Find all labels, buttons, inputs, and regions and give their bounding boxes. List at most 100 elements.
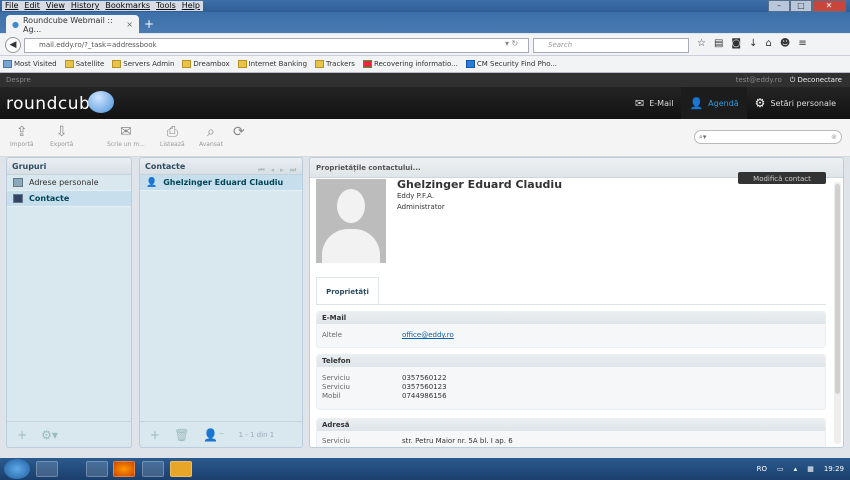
nav-contacts[interactable]: 👤 Agendă: [681, 87, 747, 119]
tab-title: Roundcube Webmail :: Ag...: [22, 15, 113, 34]
clear-search-icon[interactable]: ⊗: [831, 131, 837, 143]
contact-organization: Eddy P.F.A.: [397, 192, 435, 200]
prev-page-icon[interactable]: ◂: [271, 162, 275, 179]
detail-scrollbar[interactable]: [834, 182, 841, 444]
browser-tab[interactable]: ● Roundcube Webmail :: Ag... ×: [6, 15, 139, 34]
address-row: Serviciu str. Petru Maior nr. 5A bl. I a…: [317, 437, 825, 446]
menu-tools[interactable]: Tools: [153, 1, 179, 11]
phone-row: Serviciu 0357560123: [317, 383, 825, 392]
tab-close-icon[interactable]: ×: [126, 20, 133, 29]
bookmark-cm-security[interactable]: CM Security Find Pho...: [465, 60, 557, 68]
bookmark-satellite[interactable]: Satellite: [64, 60, 105, 68]
phone-section-title: Telefon: [317, 355, 825, 367]
addressbook-icon: [13, 194, 23, 203]
bookmark-label: Most Visited: [14, 60, 57, 68]
bookmark-label: Trackers: [326, 60, 355, 68]
scrollbar-thumb[interactable]: [835, 184, 840, 394]
export-button[interactable]: ⇩ Exportă: [50, 123, 73, 148]
bookmark-internet-banking[interactable]: Internet Banking: [237, 60, 307, 68]
menu-file[interactable]: File: [2, 1, 21, 11]
taskbar-explorer-icon[interactable]: [36, 461, 58, 477]
groups-panel: Grupuri Adrese personale Contacte + ⚙▾: [6, 157, 132, 448]
contacts-panel: Contacte ⏮ ◂ ▸ ⏭ 👤 Ghelzinger Eduard Clau…: [139, 157, 303, 448]
hamburger-menu-icon[interactable]: ≡: [798, 38, 806, 49]
menu-bookmarks[interactable]: Bookmarks: [102, 1, 153, 11]
clipboard-icon[interactable]: ▤: [714, 38, 723, 49]
firefox-icon[interactable]: [113, 461, 135, 477]
battery-icon[interactable]: ▭: [777, 465, 784, 473]
url-bar[interactable]: mail.eddy.ro/?_task=addressbook: [24, 38, 529, 53]
bookmark-recovering[interactable]: Recovering informatio...: [362, 60, 458, 68]
download-icon[interactable]: ↓: [749, 38, 757, 49]
maximize-button[interactable]: □: [790, 0, 812, 12]
toolbar-icons: ☆ ▤ ◙ ↓ ⌂ ☻ ≡: [697, 38, 807, 49]
browser-search-input[interactable]: Search: [533, 38, 689, 53]
delete-contact-icon[interactable]: 🗑: [174, 428, 189, 442]
compose-button[interactable]: ✉ Scrie un m...: [107, 123, 145, 148]
contact-name-heading: Ghelzinger Eduard Claudiu: [397, 178, 563, 191]
tray-arrow-icon[interactable]: ▴: [794, 465, 798, 473]
phone-value: 0744986156: [402, 392, 447, 400]
tab-properties[interactable]: Proprietăți: [316, 277, 379, 305]
start-button[interactable]: [4, 459, 30, 479]
contacts-header: Contacte ⏮ ◂ ▸ ⏭: [140, 158, 302, 175]
edit-contact-button[interactable]: Modifică contact: [738, 172, 826, 184]
add-contact-icon[interactable]: +: [150, 428, 160, 442]
clock[interactable]: 19:29: [824, 465, 844, 473]
star-icon[interactable]: ☆: [697, 38, 706, 49]
network-icon[interactable]: ▦: [807, 465, 814, 473]
home-icon[interactable]: ⌂: [766, 38, 772, 49]
minimize-button[interactable]: –: [768, 0, 790, 12]
contacts-count: 1 - 1 din 1: [238, 430, 275, 439]
nav-label: Setări personale: [770, 98, 836, 108]
addressbook-icon: [13, 178, 23, 187]
chat-icon[interactable]: ☻: [780, 38, 790, 49]
email-link[interactable]: office@eddy.ro: [402, 331, 454, 340]
language-indicator[interactable]: RO: [757, 465, 767, 473]
taskbar-app-icon[interactable]: [142, 461, 164, 477]
system-tray: RO ▭ ▴ ▦ 19:29: [757, 458, 844, 480]
taskbar-folder-icon[interactable]: [170, 461, 192, 477]
new-tab-button[interactable]: +: [144, 17, 154, 31]
pocket-icon[interactable]: ◙: [731, 38, 741, 49]
refresh-button[interactable]: ⟳: [233, 123, 245, 141]
last-page-icon[interactable]: ⏭: [290, 162, 296, 179]
next-page-icon[interactable]: ▸: [280, 162, 284, 179]
close-window-button[interactable]: ✕: [812, 0, 846, 12]
phone-value: 0357560122: [402, 374, 447, 382]
logo: roundcube: [6, 94, 102, 114]
logout-button[interactable]: ⏻ Deconectare: [790, 73, 842, 87]
menu-help[interactable]: Help: [179, 1, 203, 11]
print-button[interactable]: ⎙ Listează: [160, 123, 185, 148]
folder-icon: [112, 60, 122, 68]
group-personal-addresses[interactable]: Adrese personale: [7, 175, 131, 191]
about-link[interactable]: Despre: [0, 73, 850, 87]
quick-search-input[interactable]: ⌕▾ ⊗: [694, 130, 842, 144]
add-group-icon[interactable]: +: [17, 428, 27, 442]
import-button[interactable]: ⇪ Importă: [10, 123, 34, 148]
gear-icon: ⚙: [754, 96, 766, 110]
bookmark-most-visited[interactable]: Most Visited: [3, 60, 57, 68]
nav-email[interactable]: ✉ E-Mail: [627, 87, 681, 119]
bookmark-trackers[interactable]: Trackers: [315, 60, 355, 68]
email-section-title: E-Mail: [317, 312, 825, 324]
advanced-search-button[interactable]: ⌕ Avansat: [199, 123, 223, 148]
bookmark-label: Satellite: [75, 60, 105, 68]
taskbar-desktop-icon[interactable]: [86, 461, 108, 477]
first-page-icon[interactable]: ⏮: [258, 162, 264, 179]
reload-icon[interactable]: ▾ ↻: [505, 39, 518, 48]
back-button[interactable]: ◀: [5, 37, 21, 53]
menu-bar: File Edit View History Bookmarks Tools H…: [0, 0, 850, 12]
contact-detail-panel: Proprietățile contactului... Ghelzinger …: [309, 157, 844, 448]
menu-history[interactable]: History: [68, 1, 102, 11]
group-options-gear-icon[interactable]: ⚙▾: [41, 428, 58, 442]
menu-edit[interactable]: Edit: [21, 1, 43, 11]
export-label: Exportă: [50, 141, 74, 148]
nav-settings[interactable]: ⚙ Setări personale: [747, 87, 844, 119]
group-contacts[interactable]: Contacte: [7, 191, 131, 207]
remove-from-group-icon[interactable]: 👤⁻: [203, 428, 224, 442]
bookmark-servers-admin[interactable]: Servers Admin: [112, 60, 174, 68]
nav-label: Agendă: [708, 98, 739, 108]
bookmark-dreambox[interactable]: Dreambox: [182, 60, 230, 68]
menu-view[interactable]: View: [43, 1, 68, 11]
